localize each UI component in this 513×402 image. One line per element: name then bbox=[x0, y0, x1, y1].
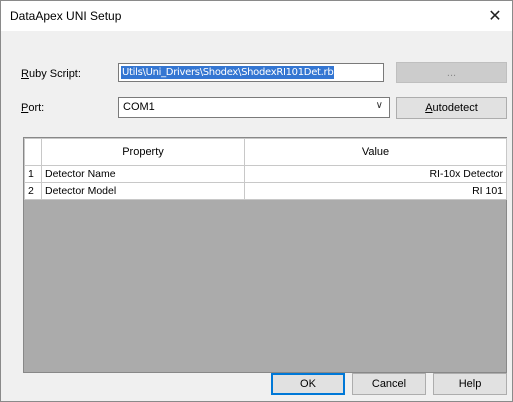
property-cell[interactable]: Detector Model bbox=[41, 182, 245, 200]
ok-button-label: OK bbox=[300, 378, 316, 390]
port-label: Port: bbox=[21, 102, 45, 114]
cancel-button-label: Cancel bbox=[371, 378, 407, 390]
property-table: Property Value 1 Detector Name RI-10x De… bbox=[24, 138, 507, 200]
port-value: COM1 bbox=[123, 101, 155, 113]
browse-button[interactable]: ... bbox=[396, 62, 507, 83]
uni-setup-dialog: DataApex UNI Setup ✕ Ruby Script: Utils\… bbox=[0, 0, 513, 402]
help-button-label: Help bbox=[458, 378, 482, 390]
table-header-row: Property Value bbox=[24, 138, 507, 166]
value-cell[interactable]: RI 101 bbox=[244, 182, 507, 200]
close-icon: ✕ bbox=[488, 8, 502, 25]
row-header-corner bbox=[24, 138, 42, 166]
value-cell[interactable]: RI-10x Detector bbox=[244, 165, 507, 183]
autodetect-button-label: Autodetect bbox=[425, 102, 478, 114]
autodetect-button[interactable]: Autodetect bbox=[396, 97, 507, 119]
browse-button-label: ... bbox=[446, 66, 457, 79]
row-index: 1 bbox=[24, 165, 42, 183]
table-row[interactable]: 1 Detector Name RI-10x Detector bbox=[24, 165, 507, 183]
table-row[interactable]: 2 Detector Model RI 101 bbox=[24, 182, 507, 200]
property-cell[interactable]: Detector Name bbox=[41, 165, 245, 183]
column-header-property[interactable]: Property bbox=[41, 138, 245, 166]
chevron-down-icon: ∨ bbox=[375, 100, 383, 111]
ruby-script-input[interactable]: Utils\Uni_Drivers\Shodex\ShodexRI101Det.… bbox=[118, 63, 384, 82]
window-title: DataApex UNI Setup bbox=[10, 9, 122, 23]
help-button[interactable]: Help bbox=[433, 373, 507, 395]
ok-button[interactable]: OK bbox=[271, 373, 345, 395]
close-button[interactable]: ✕ bbox=[478, 1, 512, 31]
row-index: 2 bbox=[24, 182, 42, 200]
ruby-script-value: Utils\Uni_Drivers\Shodex\ShodexRI101Det.… bbox=[121, 66, 335, 79]
ruby-script-label: Ruby Script: bbox=[21, 68, 81, 80]
port-select[interactable]: COM1 ∨ bbox=[118, 97, 390, 118]
cancel-button[interactable]: Cancel bbox=[352, 373, 426, 395]
property-grid: Property Value 1 Detector Name RI-10x De… bbox=[23, 137, 507, 373]
title-bar: DataApex UNI Setup ✕ bbox=[1, 1, 512, 31]
column-header-value[interactable]: Value bbox=[244, 138, 507, 166]
